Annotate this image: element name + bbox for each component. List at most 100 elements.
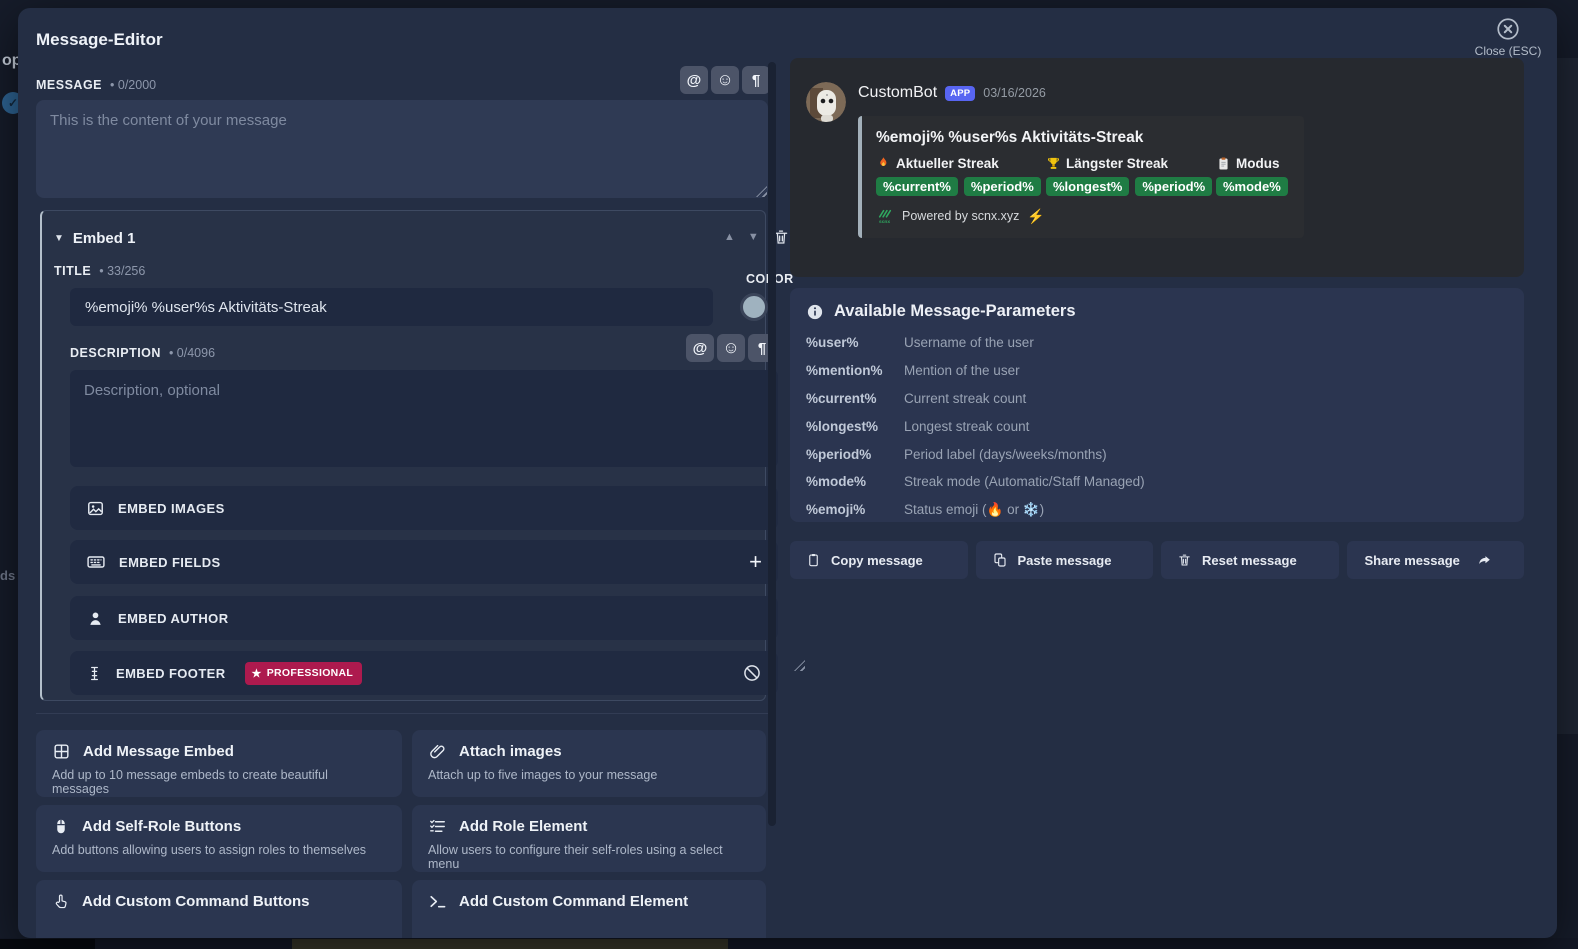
- title-label: TITLE: [54, 264, 91, 278]
- robot-avatar-image: [806, 82, 846, 122]
- message-label: MESSAGE: [36, 78, 102, 92]
- parameter-row: %period% Period label (days/weeks/months…: [806, 440, 1508, 468]
- screen: op ✓ ds Message-Editor Close (ESC) MESSA…: [0, 0, 1578, 949]
- chevron-down-icon: ▼: [54, 233, 64, 244]
- scnx-logo: scnx: [876, 207, 894, 225]
- card-description: Attach up to five images to your message: [428, 768, 750, 782]
- message-editor-modal: Message-Editor Close (ESC) MESSAGE • 0/2…: [18, 8, 1557, 938]
- button-label: Reset message: [1202, 553, 1297, 568]
- parameter-pill: %current%: [876, 177, 958, 196]
- pointer-icon: [52, 892, 70, 911]
- close-button[interactable]: Close (ESC): [1460, 16, 1556, 58]
- embed-fields-section[interactable]: EMBED FIELDS +: [70, 540, 778, 584]
- paste-message-button[interactable]: Paste message: [976, 541, 1154, 579]
- checklist-icon: [428, 817, 447, 836]
- message-parameters-panel: Available Message-Parameters %user% User…: [790, 288, 1524, 522]
- embed-collapse-toggle[interactable]: ▼ Embed 1: [54, 230, 135, 247]
- field-name: Längster Streak: [1066, 156, 1168, 171]
- resize-handle[interactable]: [794, 660, 805, 671]
- reset-message-button[interactable]: Reset message: [1161, 541, 1339, 579]
- attach-images-card[interactable]: Attach images Attach up to five images t…: [412, 730, 766, 797]
- lightning-emoji: ⚡: [1027, 208, 1044, 225]
- copy-message-button[interactable]: Copy message: [790, 541, 968, 579]
- grid-icon: [52, 742, 71, 761]
- message-preview-panel: CustomBot APP 03/16/2026 %emoji% %user%s…: [790, 58, 1524, 277]
- parameter-description: Mention of the user: [904, 363, 1020, 378]
- embed-title-input[interactable]: [70, 288, 713, 326]
- button-label: Paste message: [1018, 553, 1112, 568]
- discord-embed-preview: %emoji% %user%s Aktivitäts-Streak Aktuel…: [858, 116, 1304, 238]
- parameter-row: %mode% Streak mode (Automatic/Staff Mana…: [806, 468, 1508, 496]
- footer-disabled-button[interactable]: [742, 663, 762, 683]
- add-self-role-buttons-card[interactable]: Add Self-Role Buttons Add buttons allowi…: [36, 805, 402, 872]
- pilcrow-icon: ¶: [752, 72, 760, 89]
- at-icon: @: [687, 72, 702, 89]
- formatting-button[interactable]: ¶: [742, 66, 770, 94]
- embed-images-section[interactable]: EMBED IMAGES: [70, 486, 778, 530]
- parameter-description: Period label (days/weeks/months): [904, 447, 1107, 462]
- card-description: Allow users to configure their self-role…: [428, 843, 750, 871]
- paperclip-icon: [428, 742, 447, 761]
- description-toolbar: @ ☺ ¶: [686, 334, 776, 362]
- add-role-element-card[interactable]: Add Role Element Allow users to configur…: [412, 805, 766, 872]
- scrollbar-thumb[interactable]: [768, 62, 776, 826]
- move-embed-down-button[interactable]: ▼: [748, 231, 759, 243]
- background-strip: [0, 938, 1578, 949]
- embed-description-input[interactable]: [70, 370, 778, 467]
- terminal-icon: [428, 892, 447, 911]
- add-custom-command-buttons-card[interactable]: Add Custom Command Buttons: [36, 880, 402, 938]
- add-custom-command-element-card[interactable]: Add Custom Command Element: [412, 880, 766, 938]
- pilcrow-icon: ¶: [758, 340, 766, 357]
- field-name: Modus: [1236, 156, 1280, 171]
- mention-button[interactable]: @: [680, 66, 708, 94]
- person-icon: [86, 609, 105, 628]
- embed-field: Aktueller Streak %current% %period%: [876, 156, 1046, 196]
- embed-author-section[interactable]: EMBED AUTHOR: [70, 596, 778, 640]
- star-icon: ★: [252, 667, 262, 680]
- embed-footer-section[interactable]: EMBED FOOTER ★ PROFESSIONAL: [70, 651, 778, 695]
- parameter-row: %current% Current streak count: [806, 385, 1508, 413]
- move-embed-up-button[interactable]: ▲: [724, 231, 735, 243]
- parameter-row: %mention% Mention of the user: [806, 357, 1508, 385]
- parameter-name: %user%: [806, 335, 892, 350]
- message-content-input[interactable]: [36, 100, 768, 198]
- parameter-description: Current streak count: [904, 391, 1026, 406]
- professional-badge: ★ PROFESSIONAL: [245, 662, 363, 685]
- parameter-pill: %period%: [964, 177, 1041, 196]
- add-field-button[interactable]: +: [749, 551, 762, 573]
- share-message-button[interactable]: Share message: [1347, 541, 1525, 579]
- background-panel: [1557, 58, 1578, 734]
- parameter-pill: %longest%: [1046, 177, 1129, 196]
- block-icon: [742, 663, 762, 683]
- image-icon: [86, 499, 105, 518]
- card-title: Add Self-Role Buttons: [82, 818, 241, 835]
- card-title: Add Message Embed: [83, 743, 234, 760]
- parameter-name: %emoji%: [806, 502, 892, 517]
- emoji-picker-button[interactable]: ☺: [711, 66, 739, 94]
- parameter-row: %emoji% Status emoji (🔥 or ❄️): [806, 496, 1508, 524]
- embed-color-picker[interactable]: [740, 293, 768, 321]
- share-icon: [1476, 553, 1493, 568]
- parameter-name: %period%: [806, 447, 892, 462]
- card-description: Add up to 10 message embeds to create be…: [52, 768, 386, 796]
- card-title: Attach images: [459, 743, 562, 760]
- at-icon: @: [693, 340, 708, 357]
- background-block: [0, 939, 95, 949]
- card-title: Add Role Element: [459, 818, 587, 835]
- embed-preview-title: %emoji% %user%s Aktivitäts-Streak: [876, 129, 1288, 147]
- trophy-emoji: [1046, 156, 1061, 171]
- embed-field: Längster Streak %longest% %period%: [1046, 156, 1216, 196]
- message-toolbar: @ ☺ ¶: [680, 66, 770, 94]
- mouse-icon: [52, 817, 70, 836]
- field-name: Aktueller Streak: [896, 156, 999, 171]
- message-counter: • 0/2000: [110, 78, 156, 92]
- parameter-name: %current%: [806, 391, 892, 406]
- emoji-picker-button[interactable]: ☺: [717, 334, 745, 362]
- button-label: Copy message: [831, 553, 923, 568]
- app-badge: APP: [945, 86, 975, 101]
- svg-text:scnx: scnx: [879, 220, 890, 225]
- mention-button[interactable]: @: [686, 334, 714, 362]
- add-message-embed-card[interactable]: Add Message Embed Add up to 10 message e…: [36, 730, 402, 797]
- card-title: Add Custom Command Element: [459, 893, 688, 910]
- parameter-name: %mode%: [806, 474, 892, 489]
